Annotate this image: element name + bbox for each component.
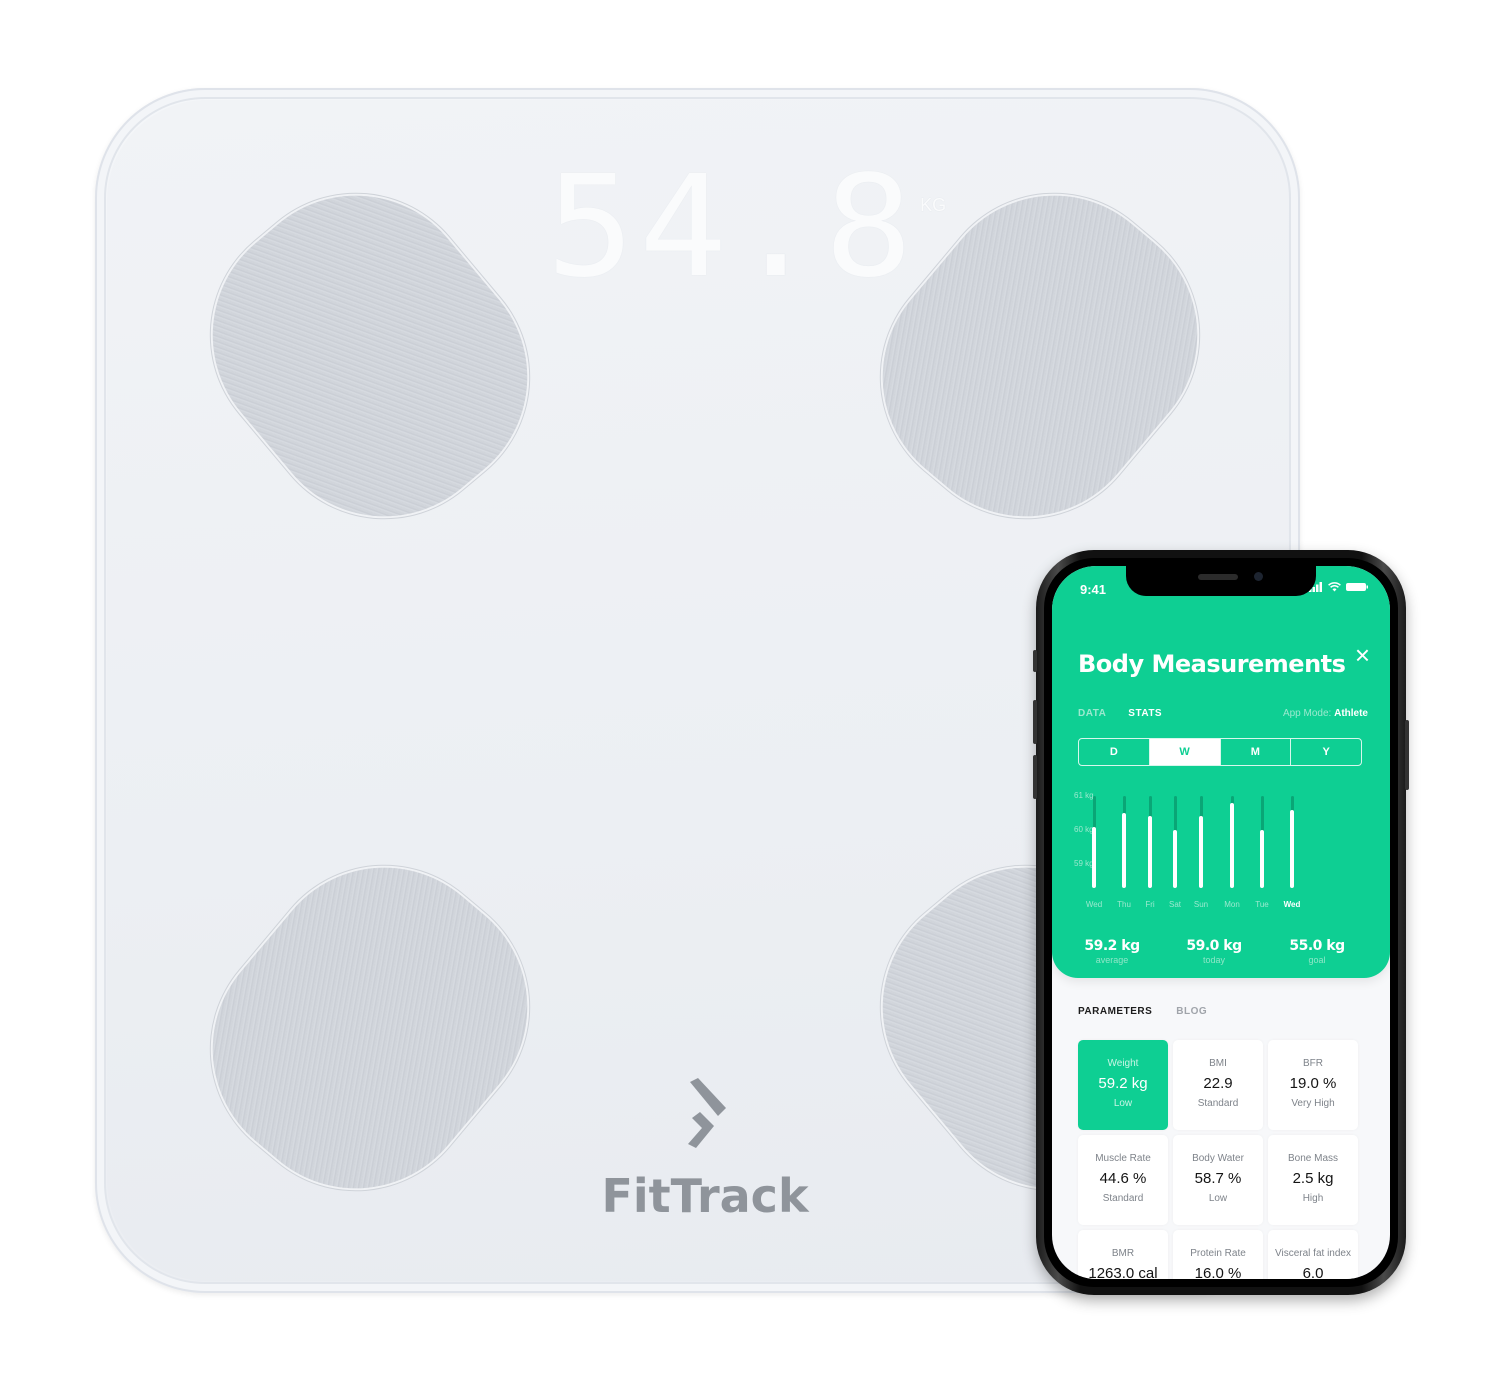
bar-fri-2[interactable]: [1148, 816, 1152, 888]
summary-today-label: today: [1202, 955, 1226, 965]
parameter-value: 16.0 %: [1194, 1265, 1242, 1279]
x-tick-label: Thu: [1117, 900, 1131, 909]
period-tab-week[interactable]: W: [1149, 739, 1221, 765]
app-screen: 9:41 Body Measurements × DATA STATS App …: [1052, 566, 1390, 1279]
parameter-card[interactable]: Protein Rate 16.0 %: [1173, 1230, 1263, 1279]
parameter-status: High: [1302, 1193, 1324, 1204]
summary-average-value: 59.2 kg: [1084, 938, 1140, 954]
x-tick-label: Fri: [1145, 900, 1155, 909]
phone-volume-down: [1033, 755, 1037, 799]
parameter-card[interactable]: BMI 22.9 Standard: [1173, 1040, 1263, 1130]
parameter-value: 44.6 %: [1099, 1170, 1147, 1187]
y-tick-label: 61 kg: [1074, 791, 1094, 800]
parameter-value: 59.2 kg: [1098, 1075, 1148, 1092]
brand-name: FitTrack: [601, 1169, 809, 1223]
parameter-status: Very High: [1291, 1098, 1335, 1109]
parameter-label: BMR: [1111, 1248, 1135, 1259]
earpiece-speaker: [1198, 574, 1238, 580]
parameter-label: BMI: [1209, 1058, 1227, 1069]
parameter-status: Low: [1208, 1193, 1228, 1204]
parameter-card[interactable]: Weight 59.2 kg Low: [1078, 1040, 1168, 1130]
content-tabs: PARAMETERS BLOG: [1078, 1006, 1207, 1017]
summary-goal: 55.0 kg goal: [1267, 938, 1367, 965]
bar-tue-6[interactable]: [1260, 830, 1264, 888]
app-mode-indicator[interactable]: App Mode: Athlete: [1283, 708, 1368, 719]
parameter-card[interactable]: BFR 19.0 % Very High: [1268, 1040, 1358, 1130]
page-title: Body Measurements: [1078, 650, 1346, 678]
parameter-label: Weight: [1107, 1058, 1139, 1069]
parameter-label: BFR: [1303, 1058, 1323, 1069]
bar-thu-1[interactable]: [1122, 813, 1126, 888]
parameter-status: Low: [1113, 1098, 1133, 1109]
close-icon[interactable]: ×: [1355, 642, 1370, 668]
bar-wed-7[interactable]: [1290, 809, 1294, 888]
smartphone: 9:41 Body Measurements × DATA STATS App …: [1033, 550, 1409, 1295]
bar-sun-4[interactable]: [1199, 816, 1203, 888]
parameter-label: Bone Mass: [1287, 1153, 1339, 1164]
view-tabs: DATA STATS: [1078, 708, 1162, 719]
x-tick-label: Wed: [1283, 900, 1301, 909]
bar-wed-0[interactable]: [1092, 826, 1096, 888]
x-tick-label: Tue: [1255, 900, 1269, 909]
weight-display-value: 54.8: [546, 146, 917, 309]
weight-display-unit: KG: [920, 195, 947, 215]
summary-goal-label: goal: [1308, 955, 1326, 965]
bar-mon-5[interactable]: [1230, 802, 1234, 888]
phone-power-button: [1405, 720, 1409, 790]
summary-average: 59.2 kg average: [1062, 938, 1162, 965]
tab-stats[interactable]: STATS: [1128, 708, 1162, 719]
front-camera: [1254, 572, 1263, 581]
app-mode-value: Athlete: [1334, 708, 1368, 719]
summary-goal-value: 55.0 kg: [1289, 938, 1345, 954]
wifi-icon: [1328, 582, 1341, 592]
period-tab-day[interactable]: D: [1079, 739, 1150, 765]
parameter-value: 22.9: [1203, 1075, 1233, 1092]
brand-logo: FitTrack: [585, 1078, 825, 1223]
parameter-label: Body Water: [1192, 1153, 1244, 1164]
tab-parameters[interactable]: PARAMETERS: [1078, 1006, 1152, 1017]
stats-header-panel: 9:41 Body Measurements × DATA STATS App …: [1052, 566, 1390, 978]
status-time: 9:41: [1080, 582, 1107, 597]
phone-volume-up: [1033, 700, 1037, 744]
parameter-value: 19.0 %: [1289, 1075, 1337, 1092]
period-tab-month[interactable]: M: [1221, 739, 1292, 765]
parameter-card[interactable]: BMR 1263.0 cal: [1078, 1230, 1168, 1279]
status-icons: [1309, 582, 1368, 592]
parameter-label: Protein Rate: [1190, 1248, 1246, 1259]
weight-display: 54.8 KG: [546, 158, 947, 298]
parameters-grid: Weight 59.2 kg Low BMI 22.9 Standard BFR 19.0 %…: [1078, 1040, 1366, 1279]
tab-blog[interactable]: BLOG: [1176, 1006, 1207, 1017]
weekly-weight-chart: 61 kg 60 kg 59 kg Wed Thu Fri Sat Sun Mon Tue Wed: [1052, 786, 1390, 936]
parameter-value: 1263.0 cal: [1088, 1265, 1158, 1279]
parameter-value: 2.5 kg: [1292, 1170, 1334, 1187]
y-tick-label: 59 kg: [1074, 859, 1094, 868]
x-tick-label: Mon: [1224, 900, 1240, 909]
y-tick-label: 60 kg: [1074, 825, 1094, 834]
phone-mute-switch: [1033, 650, 1037, 672]
x-tick-label: Wed: [1085, 900, 1103, 909]
parameter-card[interactable]: Body Water 58.7 % Low: [1173, 1135, 1263, 1225]
period-tab-year[interactable]: Y: [1291, 739, 1361, 765]
parameter-card[interactable]: Bone Mass 2.5 kg High: [1268, 1135, 1358, 1225]
parameter-value: 6.0: [1302, 1265, 1324, 1279]
phone-notch: [1126, 566, 1316, 596]
summary-average-label: average: [1095, 955, 1129, 965]
summary-today: 59.0 kg today: [1164, 938, 1264, 965]
parameter-status: Standard: [1102, 1193, 1144, 1204]
app-mode-label: App Mode:: [1282, 708, 1332, 719]
x-tick-label: Sun: [1193, 900, 1209, 909]
bar-sat-3[interactable]: [1173, 830, 1177, 888]
summary-today-value: 59.0 kg: [1186, 938, 1242, 954]
fittrack-chevron-icon: [688, 1078, 726, 1148]
x-tick-label: Sat: [1168, 900, 1182, 909]
parameter-value: 58.7 %: [1194, 1170, 1242, 1187]
period-selector: D W M Y: [1078, 738, 1362, 766]
tab-data[interactable]: DATA: [1078, 708, 1106, 719]
parameter-card[interactable]: Visceral fat index 6.0: [1268, 1230, 1358, 1279]
parameter-label: Muscle Rate: [1095, 1153, 1151, 1164]
parameter-label: Visceral fat index: [1275, 1248, 1351, 1259]
parameter-status: Standard: [1197, 1098, 1239, 1109]
parameter-card[interactable]: Muscle Rate 44.6 % Standard: [1078, 1135, 1168, 1225]
battery-icon: [1346, 583, 1368, 591]
